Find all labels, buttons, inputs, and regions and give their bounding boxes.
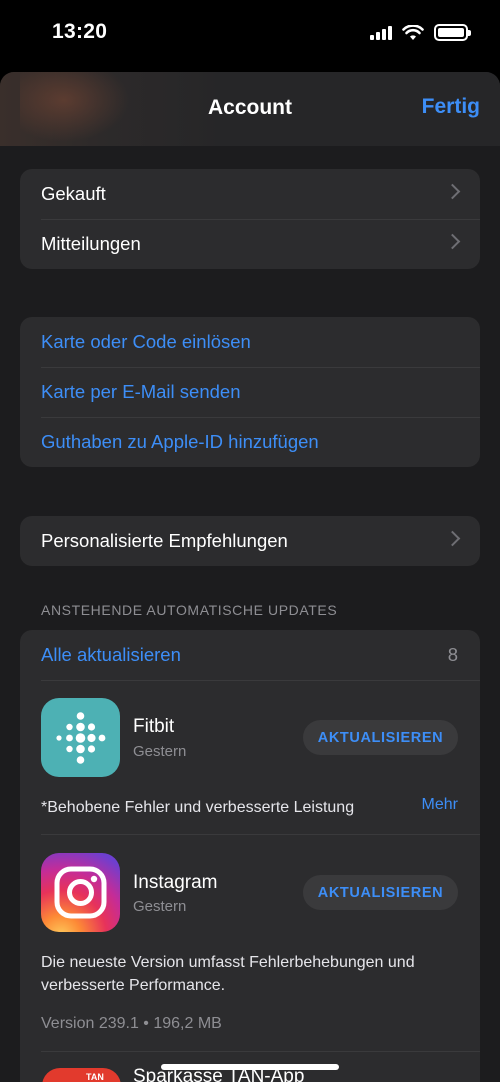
sparkasse-tan-app-icon[interactable]: TAN [42, 1068, 121, 1082]
row-label: Personalisierte Empfehlungen [41, 530, 288, 551]
status-icons [370, 24, 471, 41]
instagram-app-icon[interactable] [41, 853, 120, 932]
wifi-icon [402, 24, 424, 40]
release-note-line: verbesserte Performance. [41, 977, 226, 994]
account-sheet: Account Fertig Gekauft Mitteilungen Kart… [0, 72, 500, 1082]
app-name: Fitbit [133, 716, 175, 737]
status-time: 13:20 [52, 20, 108, 43]
done-button[interactable]: Fertig [422, 95, 480, 119]
app-date: Gestern [133, 743, 187, 760]
release-note-line: Die neueste Version umfasst Fehlerbehebu… [41, 954, 415, 971]
update-all-row: Alle aktualisieren 8 [20, 630, 480, 680]
row-label: Mitteilungen [41, 233, 141, 254]
version-info: Version 239.1 • 196,2 MB [41, 1015, 222, 1032]
instagram-logo-icon [54, 866, 107, 919]
purchases-group: Gekauft Mitteilungen [20, 169, 480, 269]
cellular-signal-icon [370, 25, 392, 40]
status-bar: 13:20 [0, 0, 500, 64]
update-all-button[interactable]: Alle aktualisieren [41, 644, 181, 666]
row-label: Gekauft [41, 183, 106, 204]
section-header-updates: ANSTEHENDE AUTOMATISCHE UPDATES [41, 602, 338, 618]
app-date: Gestern [133, 898, 187, 915]
update-instagram-button[interactable]: AKTUALISIEREN [303, 875, 458, 910]
updates-group: Alle aktualisieren 8 Fitbit Gestern AKTU… [20, 630, 480, 1082]
chevron-right-icon [444, 183, 461, 200]
app-name: Instagram [133, 872, 218, 893]
row-purchased[interactable]: Gekauft [20, 169, 480, 219]
battery-icon [434, 24, 471, 41]
home-indicator[interactable] [161, 1064, 339, 1070]
release-note: Die neueste Version umfasst Fehlerbehebu… [41, 951, 415, 997]
row-notifications[interactable]: Mitteilungen [20, 219, 480, 269]
navigation-bar: Account Fertig [0, 72, 500, 146]
fitbit-app-icon[interactable] [41, 698, 120, 777]
more-link[interactable]: Mehr [422, 796, 458, 814]
update-count: 8 [447, 644, 458, 665]
fitbit-logo-icon [56, 712, 106, 764]
send-gift-card-link[interactable]: Karte per E-Mail senden [20, 367, 480, 417]
gift-card-group: Karte oder Code einlösen Karte per E-Mai… [20, 317, 480, 467]
add-funds-link[interactable]: Guthaben zu Apple-ID hinzufügen [20, 417, 480, 467]
redeem-gift-card-link[interactable]: Karte oder Code einlösen [20, 317, 480, 367]
app-icon-label: TAN [86, 1072, 104, 1082]
chevron-right-icon [444, 530, 461, 547]
chevron-right-icon [444, 233, 461, 250]
row-personalized-recommendations[interactable]: Personalisierte Empfehlungen [20, 516, 480, 566]
release-note: *Behobene Fehler und verbesserte Leistun… [41, 799, 355, 816]
update-fitbit-button[interactable]: AKTUALISIEREN [303, 720, 458, 755]
recommendations-group: Personalisierte Empfehlungen [20, 516, 480, 566]
